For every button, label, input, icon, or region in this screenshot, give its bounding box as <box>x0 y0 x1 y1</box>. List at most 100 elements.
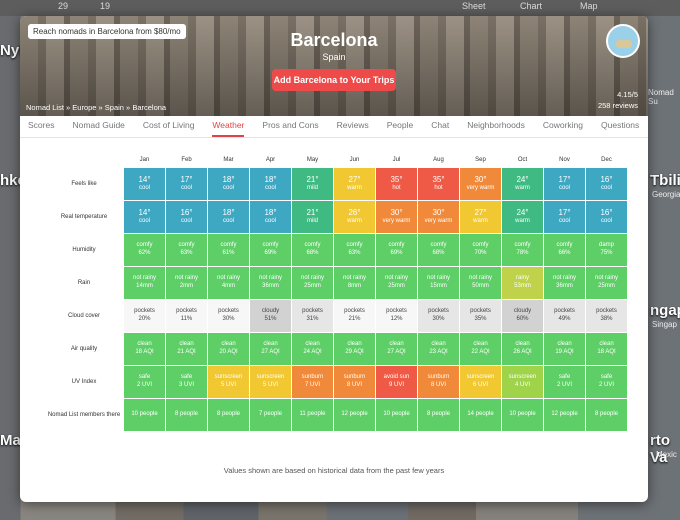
tab-questions[interactable]: Questions <box>601 120 639 137</box>
weather-cell[interactable]: 8 people <box>418 399 459 431</box>
weather-cell[interactable]: 17° cool <box>544 201 585 233</box>
weather-cell[interactable]: pockets 11% <box>166 300 207 332</box>
tab-weather[interactable]: Weather <box>212 120 245 137</box>
weather-cell[interactable]: sunscreen 4 UVI <box>502 366 543 398</box>
weather-cell[interactable]: 21° mild <box>292 201 333 233</box>
weather-cell[interactable]: not rainy 50mm <box>460 267 501 299</box>
weather-cell[interactable]: pockets 49% <box>544 300 585 332</box>
weather-cell[interactable]: 8 people <box>208 399 249 431</box>
weather-cell[interactable]: 10 people <box>502 399 543 431</box>
weather-cell[interactable]: safe 2 UVI <box>544 366 585 398</box>
weather-cell[interactable]: clean 27 AQI <box>376 333 417 365</box>
tab-pros-and-cons[interactable]: Pros and Cons <box>262 120 318 137</box>
weather-cell[interactable]: damp 75% <box>586 234 627 266</box>
weather-cell[interactable]: 18° cool <box>250 201 291 233</box>
tab-nomad-guide[interactable]: Nomad Guide <box>72 120 124 137</box>
weather-cell[interactable]: clean 26 AQI <box>502 333 543 365</box>
weather-cell[interactable]: 16° cool <box>166 201 207 233</box>
weather-cell[interactable]: avoid sun 9 UVI <box>376 366 417 398</box>
weather-cell[interactable]: not rainy 14mm <box>124 267 165 299</box>
weather-cell[interactable]: 35° hot <box>376 168 417 200</box>
weather-cell[interactable]: 24° warm <box>502 201 543 233</box>
weather-cell[interactable]: 24° warm <box>502 168 543 200</box>
weather-cell[interactable]: comfy 62% <box>124 234 165 266</box>
weather-cell[interactable]: 10 people <box>124 399 165 431</box>
weather-cell[interactable]: cloudy 51% <box>250 300 291 332</box>
weather-cell[interactable]: pockets 35% <box>460 300 501 332</box>
weather-cell[interactable]: comfy 63% <box>166 234 207 266</box>
weather-cell[interactable]: 12 people <box>334 399 375 431</box>
weather-cell[interactable]: 27° warm <box>460 201 501 233</box>
weather-cell[interactable]: 30° very warm <box>376 201 417 233</box>
weather-cell[interactable]: not rainy 25mm <box>376 267 417 299</box>
weather-cell[interactable]: clean 18 AQI <box>586 333 627 365</box>
weather-cell[interactable]: clean 21 AQI <box>166 333 207 365</box>
weather-cell[interactable]: rainy 53mm <box>502 267 543 299</box>
weather-cell[interactable]: 8 people <box>166 399 207 431</box>
weather-cell[interactable]: 16° cool <box>586 201 627 233</box>
weather-cell[interactable]: 17° cool <box>544 168 585 200</box>
weather-cell[interactable]: clean 19 AQI <box>544 333 585 365</box>
weather-cell[interactable]: 8 people <box>586 399 627 431</box>
weather-cell[interactable]: 16° cool <box>586 168 627 200</box>
weather-cell[interactable]: pockets 21% <box>334 300 375 332</box>
weather-cell[interactable]: clean 18 AQI <box>124 333 165 365</box>
weather-cell[interactable]: 26° warm <box>334 201 375 233</box>
weather-cell[interactable]: pockets 30% <box>208 300 249 332</box>
add-to-trips-button[interactable]: Add Barcelona to Your Trips <box>272 69 396 91</box>
tab-scores[interactable]: Scores <box>28 120 54 137</box>
weather-cell[interactable]: pockets 31% <box>292 300 333 332</box>
weather-cell[interactable]: comfy 69% <box>376 234 417 266</box>
weather-cell[interactable]: not rainy 2mm <box>166 267 207 299</box>
bg-chart-link[interactable]: Chart <box>520 1 542 11</box>
weather-cell[interactable]: 21° mild <box>292 168 333 200</box>
weather-cell[interactable]: 30° very warm <box>460 168 501 200</box>
tab-neighborhoods[interactable]: Neighborhoods <box>467 120 525 137</box>
tab-chat[interactable]: Chat <box>431 120 449 137</box>
weather-cell[interactable]: 35° hot <box>418 168 459 200</box>
map-thumbnail-icon[interactable] <box>606 24 640 58</box>
weather-cell[interactable]: 14° cool <box>124 168 165 200</box>
weather-cell[interactable]: safe 3 UVI <box>166 366 207 398</box>
weather-cell[interactable]: not rainy 36mm <box>544 267 585 299</box>
country-subtitle[interactable]: Spain <box>20 52 648 62</box>
weather-cell[interactable]: sunscreen 6 UVI <box>460 366 501 398</box>
weather-cell[interactable]: 27° warm <box>334 168 375 200</box>
weather-cell[interactable]: clean 29 AQI <box>334 333 375 365</box>
weather-cell[interactable]: clean 23 AQI <box>418 333 459 365</box>
weather-cell[interactable]: pockets 38% <box>586 300 627 332</box>
weather-cell[interactable]: pockets 12% <box>376 300 417 332</box>
weather-cell[interactable]: 12 people <box>544 399 585 431</box>
weather-cell[interactable]: 10 people <box>376 399 417 431</box>
bg-map-link[interactable]: Map <box>580 1 598 11</box>
weather-cell[interactable]: pockets 20% <box>124 300 165 332</box>
tab-reviews[interactable]: Reviews <box>337 120 369 137</box>
tab-people[interactable]: People <box>387 120 413 137</box>
weather-cell[interactable]: comfy 68% <box>292 234 333 266</box>
weather-cell[interactable]: clean 20 AQI <box>208 333 249 365</box>
weather-cell[interactable]: 30° very warm <box>418 201 459 233</box>
bg-city-label[interactable]: ngap <box>650 302 680 319</box>
weather-cell[interactable]: sunburn 7 UVI <box>292 366 333 398</box>
weather-cell[interactable]: 7 people <box>250 399 291 431</box>
weather-cell[interactable]: cloudy 60% <box>502 300 543 332</box>
weather-cell[interactable]: sunscreen 5 UVI <box>250 366 291 398</box>
weather-cell[interactable]: 17° cool <box>166 168 207 200</box>
weather-cell[interactable]: comfy 63% <box>334 234 375 266</box>
weather-cell[interactable]: clean 22 AQI <box>460 333 501 365</box>
weather-cell[interactable]: sunburn 8 UVI <box>334 366 375 398</box>
weather-cell[interactable]: not rainy 36mm <box>250 267 291 299</box>
weather-cell[interactable]: comfy 69% <box>250 234 291 266</box>
bg-city-label[interactable]: rto Va <box>650 432 680 466</box>
weather-cell[interactable]: not rainy 15mm <box>418 267 459 299</box>
bg-city-label[interactable]: Tbilis <box>650 172 680 189</box>
weather-cell[interactable]: sunburn 8 UVI <box>418 366 459 398</box>
weather-cell[interactable]: safe 2 UVI <box>124 366 165 398</box>
weather-cell[interactable]: comfy 78% <box>502 234 543 266</box>
weather-cell[interactable]: 18° cool <box>208 168 249 200</box>
weather-cell[interactable]: comfy 61% <box>208 234 249 266</box>
weather-cell[interactable]: comfy 66% <box>544 234 585 266</box>
weather-cell[interactable]: 18° cool <box>208 201 249 233</box>
weather-cell[interactable]: clean 24 AQI <box>292 333 333 365</box>
weather-cell[interactable]: not rainy 25mm <box>292 267 333 299</box>
